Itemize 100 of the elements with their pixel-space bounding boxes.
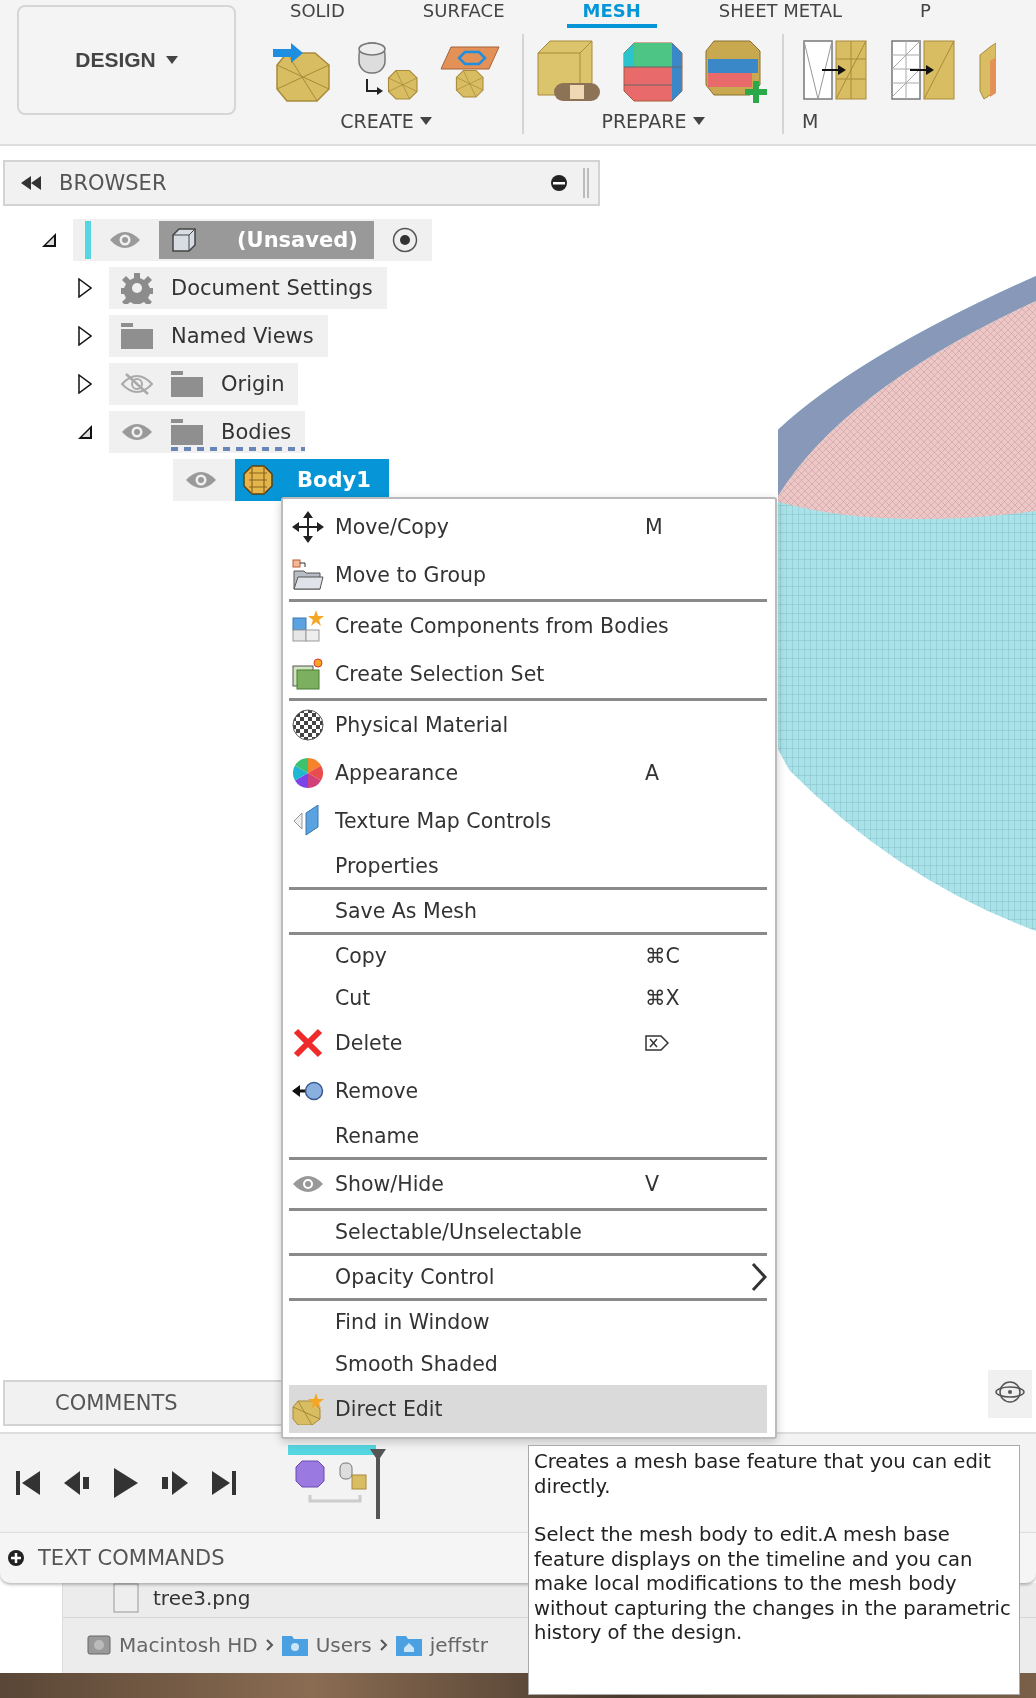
caret-icon bbox=[165, 56, 178, 64]
skip-end-icon[interactable] bbox=[212, 1469, 236, 1497]
menu-label: Rename bbox=[335, 1124, 420, 1148]
menu-item[interactable]: Direct Edit bbox=[289, 1385, 767, 1433]
path-crumb[interactable]: jeffstr bbox=[429, 1633, 488, 1657]
step-back-icon[interactable] bbox=[64, 1469, 90, 1497]
checkered-sphere-icon bbox=[292, 709, 324, 741]
tooltip-text: Creates a mesh base feature that you can edit directly. bbox=[534, 1450, 992, 1499]
expanded-triangle-icon[interactable] bbox=[41, 232, 57, 248]
menu-item[interactable]: Create Components from Bodies bbox=[289, 602, 767, 650]
collapsed-triangle-icon[interactable] bbox=[78, 374, 92, 394]
tree-row[interactable]: Origin bbox=[109, 363, 299, 405]
path-crumb[interactable]: Macintosh HD bbox=[119, 1633, 258, 1657]
collapsed-triangle-icon[interactable] bbox=[78, 278, 92, 298]
menu-label: Opacity Control bbox=[335, 1265, 495, 1289]
menu-item[interactable]: Properties bbox=[289, 845, 767, 887]
mesh-body-icon bbox=[243, 465, 273, 495]
tree-row[interactable]: Bodies bbox=[109, 411, 306, 453]
menu-item[interactable]: Move to Group bbox=[289, 551, 767, 599]
menu-item[interactable]: Create Selection Set bbox=[289, 650, 767, 698]
folder-move-icon bbox=[292, 559, 324, 591]
selection-set-icon bbox=[292, 658, 324, 690]
menu-label: Move to Group bbox=[335, 563, 486, 587]
menu-item[interactable]: Cut ⌘X bbox=[289, 977, 767, 1019]
tree-label: Origin bbox=[221, 372, 285, 396]
home-folder-icon bbox=[395, 1634, 422, 1656]
path-crumb[interactable]: Users bbox=[315, 1633, 372, 1657]
caret-icon bbox=[692, 117, 705, 125]
remesh-icon[interactable] bbox=[622, 41, 684, 103]
shortcut-label: V bbox=[645, 1172, 660, 1196]
menu-label: Appearance bbox=[335, 761, 459, 785]
menu-item[interactable]: Remove bbox=[289, 1067, 767, 1115]
menu-item[interactable]: Rename bbox=[289, 1115, 767, 1157]
tool-group-menu[interactable]: CREATE bbox=[340, 110, 432, 132]
file-name[interactable]: tree3.png bbox=[153, 1586, 251, 1610]
text-commands-label[interactable]: TEXT COMMANDS bbox=[38, 1546, 225, 1570]
cross-icon bbox=[293, 1028, 323, 1058]
menu-item[interactable]: Delete bbox=[289, 1019, 767, 1067]
orbit-icon[interactable] bbox=[988, 1370, 1032, 1418]
collapse-panel-icon[interactable] bbox=[21, 176, 43, 190]
menu-item[interactable]: Physical Material bbox=[289, 701, 767, 749]
tree-row[interactable]: Document Settings bbox=[109, 267, 387, 309]
menu-item[interactable]: Move/Copy M bbox=[289, 503, 767, 551]
color-wheel-icon bbox=[292, 757, 324, 789]
toolbar-tab[interactable]: SURFACE bbox=[406, 0, 521, 28]
menu-label: Create Components from Bodies bbox=[335, 614, 669, 638]
shortcut-label: A bbox=[645, 761, 660, 785]
chevron-icon bbox=[265, 1639, 274, 1651]
tree-label: Body1 bbox=[297, 468, 371, 492]
menu-label: Direct Edit bbox=[335, 1397, 443, 1421]
menu-item[interactable]: Find in Window bbox=[289, 1301, 767, 1343]
minimize-icon[interactable] bbox=[550, 174, 568, 192]
folder-icon bbox=[281, 1634, 308, 1656]
tree-label: Bodies bbox=[221, 420, 292, 444]
menu-label: Smooth Shaded bbox=[335, 1352, 498, 1376]
workspace-button[interactable]: DESIGN bbox=[17, 5, 236, 115]
menu-item[interactable]: Appearance A bbox=[289, 749, 767, 797]
menu-label: Physical Material bbox=[335, 713, 509, 737]
toolbar-tab[interactable]: SOLID bbox=[274, 0, 361, 28]
mesh-insert-icon[interactable] bbox=[271, 41, 333, 103]
document-name: (Unsaved) bbox=[237, 228, 358, 252]
folder-icon bbox=[121, 323, 153, 349]
shortcut-label: ⌘X bbox=[645, 986, 680, 1010]
tool-group-menu[interactable]: M bbox=[802, 110, 819, 132]
collapsed-triangle-icon[interactable] bbox=[78, 326, 92, 346]
menu-item[interactable]: Save As Mesh bbox=[289, 890, 767, 932]
menu-item[interactable]: Copy ⌘C bbox=[289, 935, 767, 977]
menu-label: Save As Mesh bbox=[335, 899, 478, 923]
menu-label: Copy bbox=[335, 944, 387, 968]
menu-label: Show/Hide bbox=[335, 1172, 444, 1196]
tree-label: Named Views bbox=[171, 324, 314, 348]
tool-group-menu[interactable]: PREPARE bbox=[601, 110, 705, 132]
shortcut-label: ⌘C bbox=[645, 944, 680, 968]
caret-icon bbox=[419, 117, 432, 125]
expanded-triangle-icon[interactable] bbox=[77, 424, 93, 440]
gear-icon bbox=[121, 272, 153, 304]
menu-label: Texture Map Controls bbox=[335, 809, 552, 833]
step-forward-icon[interactable] bbox=[162, 1469, 188, 1497]
tree-row[interactable]: Named Views bbox=[109, 315, 328, 357]
cube-icon bbox=[171, 227, 197, 253]
menu-item[interactable]: Selectable/Unselectable bbox=[289, 1211, 767, 1253]
panel-handle-icon[interactable] bbox=[582, 168, 590, 198]
move-arrows-icon bbox=[292, 511, 324, 543]
component-blocks-icon bbox=[292, 610, 324, 642]
menu-item[interactable]: Texture Map Controls bbox=[289, 797, 767, 845]
play-icon[interactable] bbox=[114, 1468, 138, 1498]
toolbar-tab[interactable]: SHEET METAL bbox=[702, 0, 859, 28]
menu-label: Properties bbox=[335, 854, 439, 878]
shortcut-label: M bbox=[645, 515, 663, 539]
menu-item[interactable]: Opacity Control bbox=[289, 1256, 767, 1298]
delete-key-icon bbox=[645, 1035, 669, 1051]
tooltip-text: Select the mesh body to edit.A mesh base feature displays on the timeline and you can make local modifications to the mesh body without capturing the changes in the parametric history of the design. bbox=[534, 1523, 1012, 1646]
menu-item[interactable]: Show/Hide V bbox=[289, 1160, 767, 1208]
skip-start-icon[interactable] bbox=[16, 1469, 40, 1497]
toolbar-tab[interactable]: P bbox=[904, 0, 947, 28]
menu-label: Move/Copy bbox=[335, 515, 449, 539]
expand-plus-icon[interactable] bbox=[8, 1550, 24, 1566]
radio-icon[interactable] bbox=[391, 227, 418, 253]
eye-icon bbox=[292, 1174, 324, 1194]
generate-face-groups-icon[interactable] bbox=[704, 39, 770, 105]
